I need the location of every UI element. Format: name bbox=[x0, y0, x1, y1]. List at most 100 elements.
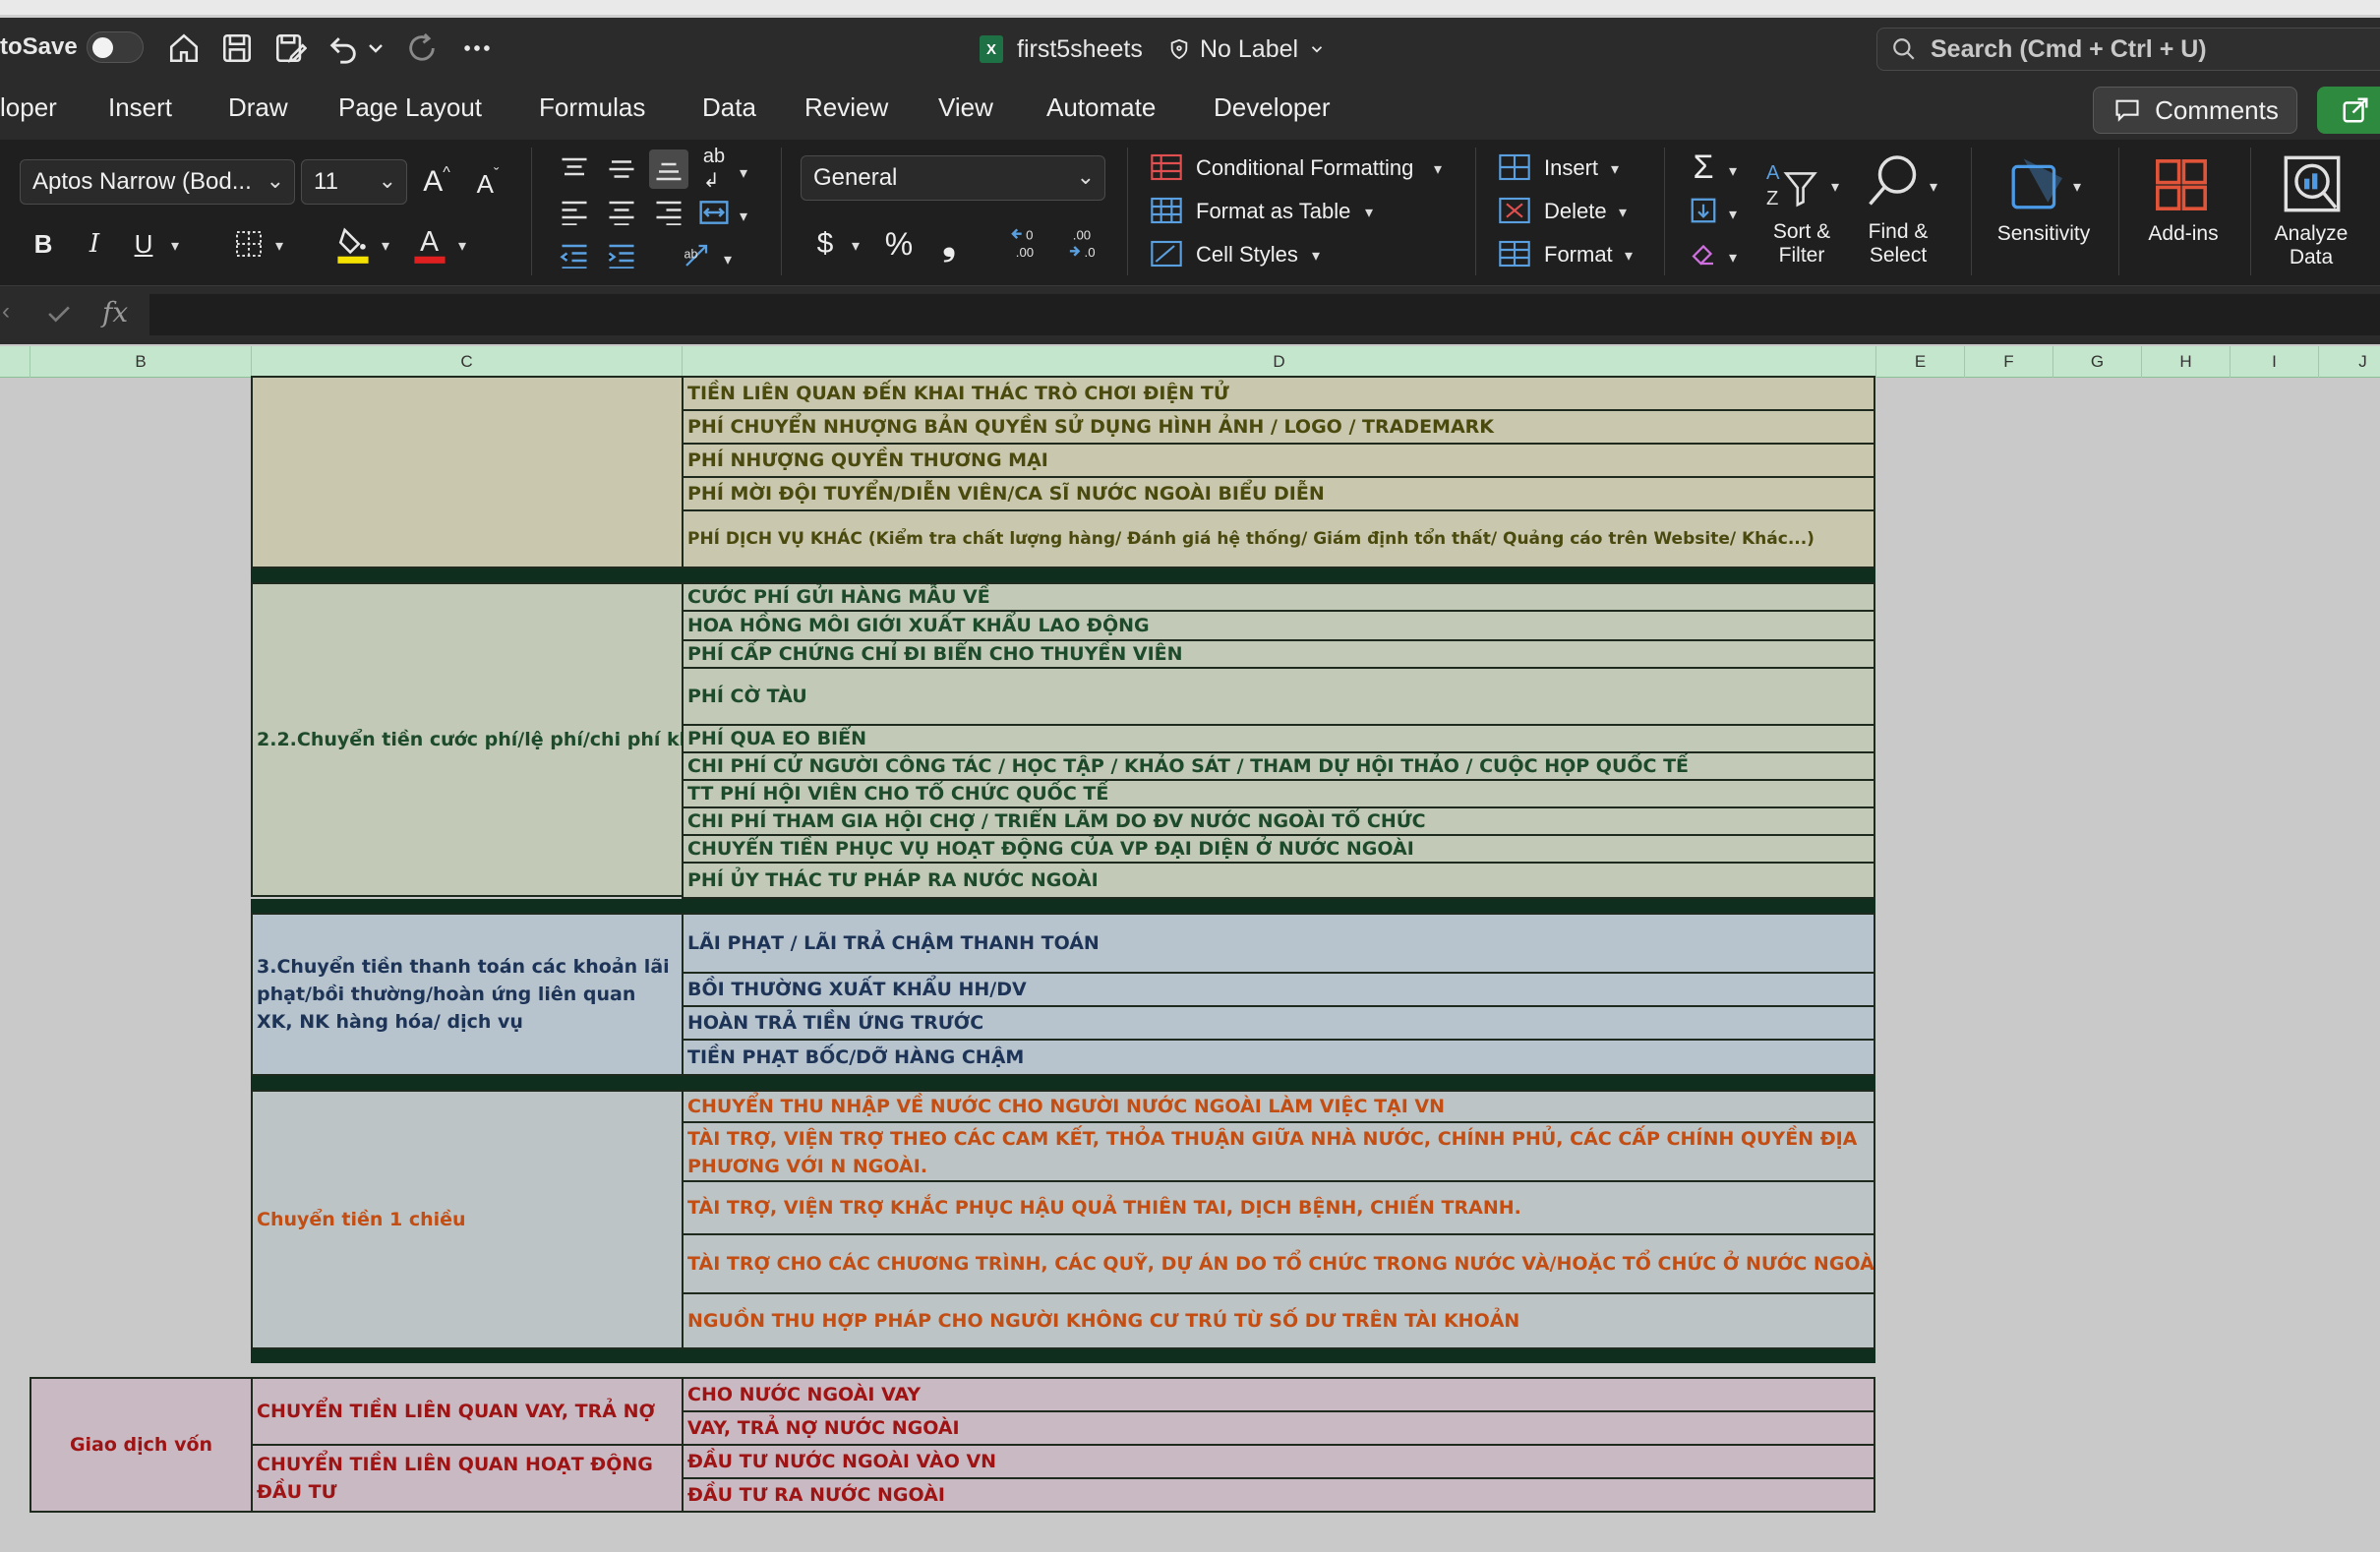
align-center-icon[interactable] bbox=[604, 195, 639, 230]
redo-icon[interactable] bbox=[403, 30, 441, 67]
table-row[interactable]: HOA HỒNG MÔI GIỚI XUẤT KHẨU LAO ĐỘNG bbox=[682, 610, 1875, 641]
table-row[interactable]: VAY, TRẢ NỢ NƯỚC NGOÀI bbox=[682, 1410, 1875, 1446]
tab-data[interactable]: Data bbox=[702, 92, 756, 123]
number-format-dropdown[interactable]: General ⌄ bbox=[801, 155, 1105, 201]
format-cells-icon[interactable] bbox=[1497, 238, 1532, 269]
format-as-table-icon[interactable] bbox=[1149, 195, 1184, 226]
table-row[interactable]: TÀI TRỢ CHO CÁC CHƯƠNG TRÌNH, CÁC QUỸ, D… bbox=[682, 1233, 1875, 1294]
comments-button[interactable]: Comments bbox=[2093, 87, 2297, 134]
conditional-formatting-dropdown-icon[interactable]: ▾ bbox=[1434, 159, 1442, 179]
insert-cells-button[interactable]: Insert bbox=[1544, 155, 1598, 181]
delete-cells-button[interactable]: Delete bbox=[1544, 199, 1607, 224]
analyze-data-button[interactable]: Analyze Data bbox=[2262, 222, 2360, 269]
find-select-button[interactable]: Find & Select bbox=[1857, 220, 1939, 268]
column-header-d[interactable]: D bbox=[682, 346, 1875, 378]
table-row[interactable]: LÃI PHẠT / LÃI TRẢ CHẬM THANH TOÁN bbox=[682, 913, 1875, 974]
currency-format-button[interactable]: $ bbox=[808, 222, 842, 266]
conditional-formatting-button[interactable]: Conditional Formatting bbox=[1196, 155, 1413, 181]
format-dropdown-icon[interactable]: ▾ bbox=[1625, 246, 1633, 266]
table-row[interactable]: CHI PHÍ THAM GIA HỘI CHỢ / TRIỂN LÃM DO … bbox=[682, 806, 1875, 836]
underline-dropdown-icon[interactable]: ▾ bbox=[171, 236, 179, 256]
delete-cells-icon[interactable] bbox=[1497, 195, 1532, 226]
increase-decimal-icon[interactable]: 0.00 bbox=[1005, 222, 1052, 266]
share-button[interactable] bbox=[2317, 87, 2380, 134]
section-cell-capital[interactable]: Giao dịch vốn bbox=[30, 1377, 253, 1513]
decrease-font-size-icon[interactable]: Aˇ bbox=[468, 161, 507, 207]
column-header-b[interactable]: B bbox=[30, 346, 251, 378]
subcategory-cell-loan[interactable]: CHUYỂN TIỀN LIÊN QUAN VAY, TRẢ NỢ bbox=[251, 1377, 684, 1446]
decrease-indent-icon[interactable] bbox=[557, 238, 592, 273]
table-row[interactable]: CHUYỂN THU NHẬP VỀ NƯỚC CHO NGƯỜI NƯỚC N… bbox=[682, 1090, 1875, 1123]
sort-filter-dropdown-icon[interactable]: ▾ bbox=[1831, 177, 1839, 197]
clear-icon[interactable] bbox=[1686, 236, 1721, 271]
clear-dropdown-icon[interactable]: ▾ bbox=[1729, 248, 1737, 268]
insert-cells-icon[interactable] bbox=[1497, 151, 1532, 183]
align-bottom-icon[interactable] bbox=[649, 149, 688, 189]
align-top-icon[interactable] bbox=[557, 151, 592, 187]
table-row[interactable]: PHÍ CHUYỂN NHƯỢNG BẢN QUYỀN SỬ DỤNG HÌNH… bbox=[682, 409, 1875, 445]
table-row[interactable]: CHO NƯỚC NGOÀI VAY bbox=[682, 1377, 1875, 1412]
sensitivity-dropdown-icon[interactable]: ▾ bbox=[2073, 177, 2081, 197]
table-row[interactable]: TÀI TRỢ, VIỆN TRỢ KHẮC PHỤC HẬU QUẢ THIÊ… bbox=[682, 1180, 1875, 1235]
table-row[interactable]: ĐẦU TƯ RA NƯỚC NGOÀI bbox=[682, 1477, 1875, 1513]
conditional-formatting-icon[interactable] bbox=[1149, 151, 1184, 183]
table-row[interactable]: BỒI THƯỜNG XUẤT KHẨU HH/DV bbox=[682, 972, 1875, 1007]
analyze-data-icon[interactable] bbox=[2280, 151, 2345, 216]
undo-icon[interactable] bbox=[325, 30, 362, 67]
category-cell-1[interactable] bbox=[251, 376, 684, 568]
category-cell-4[interactable]: Chuyển tiền 1 chiều bbox=[251, 1090, 684, 1349]
align-middle-icon[interactable] bbox=[604, 151, 639, 187]
sensitivity-icon[interactable] bbox=[2006, 153, 2069, 216]
fill-color-icon[interactable] bbox=[334, 222, 372, 266]
autosum-dropdown-icon[interactable]: ▾ bbox=[1729, 161, 1737, 181]
orientation-dropdown-icon[interactable]: ▾ bbox=[724, 250, 732, 269]
table-row[interactable]: PHÍ CẤP CHỨNG CHỈ ĐI BIỂN CHO THUYỀN VIÊ… bbox=[682, 639, 1875, 669]
tab-draw[interactable]: Draw bbox=[228, 92, 288, 123]
column-header-h[interactable]: H bbox=[2141, 346, 2230, 378]
category-cell-3[interactable]: 3.Chuyển tiền thanh toán các khoản lãi p… bbox=[251, 913, 684, 1076]
sort-filter-icon[interactable]: AZ bbox=[1760, 157, 1823, 212]
decrease-decimal-icon[interactable]: .00.0 bbox=[1062, 222, 1109, 266]
cancel-entry-icon[interactable]: ‹ bbox=[2, 298, 10, 326]
font-size-dropdown[interactable]: 11 ⌄ bbox=[301, 159, 407, 205]
table-row[interactable]: ĐẦU TƯ NƯỚC NGOÀI VÀO VN bbox=[682, 1444, 1875, 1479]
comma-style-button[interactable]: ❟ bbox=[934, 222, 964, 266]
borders-dropdown-icon[interactable]: ▾ bbox=[275, 236, 283, 256]
find-select-dropdown-icon[interactable]: ▾ bbox=[1930, 177, 1937, 197]
insert-dropdown-icon[interactable]: ▾ bbox=[1611, 159, 1619, 179]
column-header-i[interactable]: I bbox=[2230, 346, 2318, 378]
search-box[interactable]: Search (Cmd + Ctrl + U) bbox=[1876, 28, 2380, 71]
cell-styles-button[interactable]: Cell Styles bbox=[1196, 242, 1298, 268]
fill-dropdown-icon[interactable]: ▾ bbox=[1729, 205, 1737, 224]
add-ins-icon[interactable] bbox=[2150, 153, 2213, 216]
table-row[interactable]: PHÍ ỦY THÁC TƯ PHÁP RA NƯỚC NGOÀI bbox=[682, 862, 1875, 899]
font-color-icon[interactable]: A bbox=[411, 222, 448, 266]
table-row[interactable]: PHÍ QUA EO BIỂN bbox=[682, 724, 1875, 753]
cell-styles-icon[interactable] bbox=[1149, 238, 1184, 269]
more-icon[interactable] bbox=[458, 30, 496, 67]
save-icon[interactable] bbox=[218, 30, 256, 67]
table-row[interactable]: PHÍ DỊCH VỤ KHÁC (Kiểm tra chất lượng hà… bbox=[682, 509, 1875, 568]
column-header-c[interactable]: C bbox=[251, 346, 682, 378]
fill-color-dropdown-icon[interactable]: ▾ bbox=[382, 236, 389, 256]
subcategory-cell-investment[interactable]: CHUYỂN TIỀN LIÊN QUAN HOẠT ĐỘNG ĐẦU TƯ bbox=[251, 1444, 684, 1513]
wrap-text-dropdown-icon[interactable]: ▾ bbox=[740, 163, 747, 183]
tab-automate[interactable]: Automate bbox=[1046, 92, 1156, 123]
tab-insert[interactable]: Insert bbox=[108, 92, 172, 123]
tab-page-layout[interactable]: Page Layout bbox=[338, 92, 482, 123]
table-row[interactable]: HOÀN TRẢ TIỀN ỨNG TRƯỚC bbox=[682, 1005, 1875, 1041]
table-row[interactable]: TIỀN PHẠT BỐC/DỠ HÀNG CHẬM bbox=[682, 1039, 1875, 1076]
table-row[interactable]: PHÍ NHƯỢNG QUYỀN THƯƠNG MẠI bbox=[682, 443, 1875, 478]
merge-center-icon[interactable] bbox=[696, 195, 732, 230]
align-right-icon[interactable] bbox=[651, 195, 686, 230]
column-header-f[interactable]: F bbox=[1964, 346, 2053, 378]
font-name-dropdown[interactable]: Aptos Narrow (Bod... ⌄ bbox=[20, 159, 295, 205]
underline-button[interactable]: U bbox=[126, 222, 161, 266]
tab-view[interactable]: View bbox=[938, 92, 993, 123]
tab-formulas[interactable]: Formulas bbox=[539, 92, 645, 123]
delete-dropdown-icon[interactable]: ▾ bbox=[1619, 203, 1627, 222]
table-row[interactable]: CƯỚC PHÍ GỬI HÀNG MẪU VỀ bbox=[682, 582, 1875, 612]
cell-styles-dropdown-icon[interactable]: ▾ bbox=[1312, 246, 1320, 266]
font-color-dropdown-icon[interactable]: ▾ bbox=[458, 236, 466, 256]
undo-dropdown-icon[interactable] bbox=[364, 30, 387, 67]
